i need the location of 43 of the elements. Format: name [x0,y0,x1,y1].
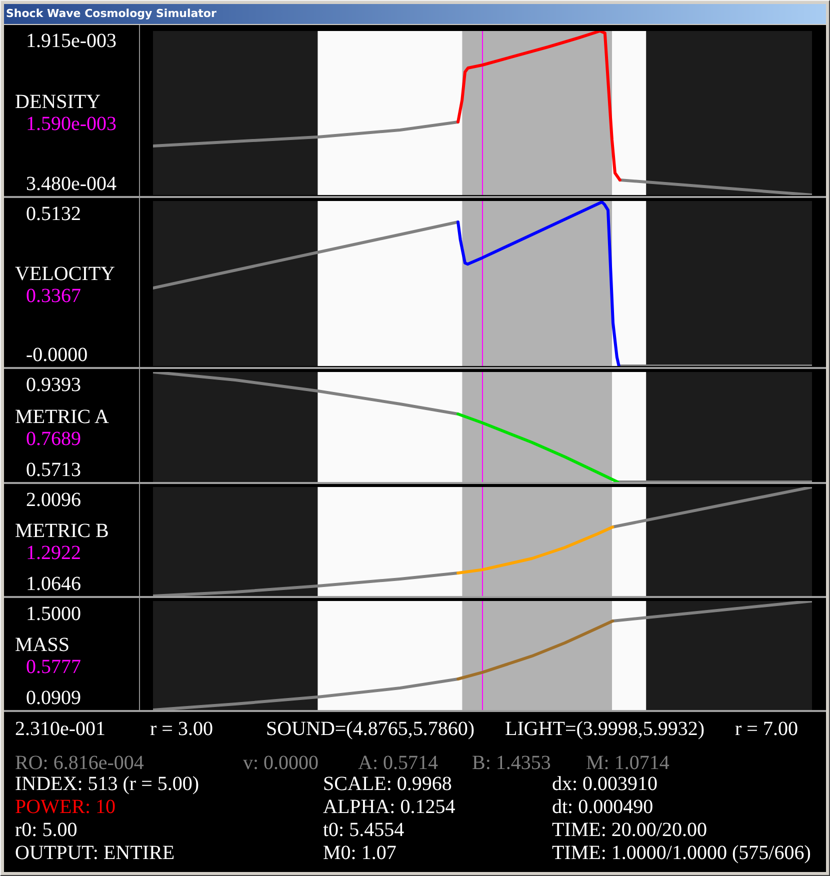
max-value-label: 1.5000 [25,603,82,625]
min-value-label: 3.480e-004 [25,173,118,195]
readout-text: LIGHT=(3.9998,5.9932) [505,718,705,740]
quantity-label: MASS [14,634,70,656]
parameter-text: t0: 5.4554 [323,819,404,842]
max-value-label: 1.915e-003 [25,30,118,52]
readout-text: SOUND=(4.8765,5.7860) [266,718,474,740]
quantity-label: METRIC B [14,520,110,542]
probe-readout-text: A: 0.5714 [358,752,438,774]
window-title: Shock Wave Cosmology Simulator [6,6,216,22]
parameter-text: dx: 0.003910 [552,773,658,796]
parameter-text: r0: 5.00 [15,819,78,842]
parameter-text: ALPHA: 0.1254 [323,796,456,819]
min-value-label: -0.0000 [25,344,89,366]
parameter-text: INDEX: 513 (r = 5.00) [15,773,200,796]
max-value-label: 0.9393 [25,374,82,396]
quantity-label: DENSITY [14,90,102,112]
cursor-value: 1.590e-003 [25,112,118,134]
probe-readout-text: v: 0.0000 [243,752,319,774]
cursor-value: 0.7689 [25,428,82,450]
cursor-value: 0.5777 [25,656,82,678]
cursor-value: 0.3367 [25,284,82,306]
max-value-label: 2.0096 [25,489,82,511]
min-value-label: 1.0646 [25,573,82,595]
parameter-text: OUTPUT: ENTIRE [15,842,175,865]
probe-readout-text: RO: 6.816e-004 [15,752,144,774]
max-value-label: 0.5132 [25,203,82,225]
min-value-label: 0.5713 [25,459,82,481]
probe-readout-text: B: 1.4353 [472,752,551,774]
parameter-text: M0: 1.07 [323,842,396,865]
readout-text: 2.310e-001 [15,718,106,740]
probe-readout-text: M: 1.0714 [586,752,670,774]
parameter-text: POWER: 10 [15,796,116,819]
parameter-text: dt: 0.000490 [552,796,654,819]
parameter-text: SCALE: 0.9968 [323,773,452,796]
readout-text: r = 7.00 [735,718,798,740]
min-value-label: 0.0909 [25,687,82,709]
quantity-label: VELOCITY [14,262,116,284]
quantity-label: METRIC A [14,406,110,428]
cursor-value: 1.2922 [25,542,82,564]
readout-text: r = 3.00 [150,718,213,740]
parameter-text: TIME: 1.0000/1.0000 (575/606) [552,842,811,865]
parameter-text: TIME: 20.00/20.00 [552,819,707,842]
